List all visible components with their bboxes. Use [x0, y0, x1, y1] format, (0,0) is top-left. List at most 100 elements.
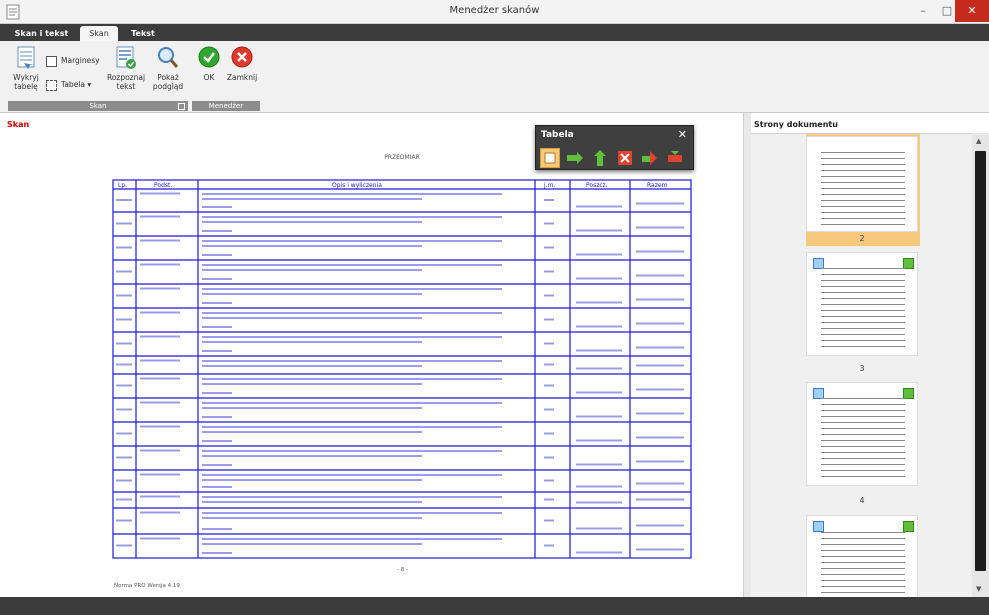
- scanned-text-line: [202, 254, 232, 256]
- scanned-text-line: [202, 336, 502, 338]
- scanned-cell-text: [636, 226, 684, 229]
- scanned-cell-text: [576, 463, 622, 466]
- detect-table-icon: [17, 46, 35, 69]
- panel-splitter[interactable]: [744, 113, 751, 597]
- margins-button[interactable]: Marginesy: [46, 55, 100, 68]
- split-cell-button[interactable]: [665, 148, 685, 168]
- scanned-cell-text: [544, 270, 554, 273]
- scanned-cell-text: [636, 322, 684, 325]
- scanned-cell-text: [140, 449, 180, 452]
- scanned-text-line: [202, 360, 502, 362]
- recognize-text-button[interactable]: Rozpoznaj tekst: [104, 45, 148, 91]
- ok-button[interactable]: OK: [194, 45, 224, 82]
- status-bar: [0, 597, 989, 615]
- scanned-cell-text: [140, 377, 180, 380]
- scanned-text-line: [202, 288, 502, 290]
- select-cell-icon: [544, 152, 556, 164]
- scrollbar-thumb[interactable]: [975, 151, 986, 571]
- scanned-page[interactable]: PRZEDMIAR Lp. Podst. Opis i wyliczenia j…: [92, 136, 712, 591]
- magnifier-icon: [158, 47, 179, 68]
- merge-row-button[interactable]: [640, 148, 660, 168]
- preview-button[interactable]: Pokaż podgląd: [150, 45, 186, 91]
- scanned-cell-text: [116, 294, 132, 297]
- scanned-cell-text: [576, 277, 622, 280]
- check-icon: [198, 46, 220, 68]
- scanned-cell-text: [116, 270, 132, 273]
- scanned-cell-text: [576, 527, 622, 530]
- scanned-text-line: [202, 302, 232, 304]
- scanned-cell-text: [636, 524, 684, 527]
- tab-skan-i-tekst[interactable]: Skan i tekst: [8, 26, 75, 41]
- document-footer: Norma PRO Wersja 4.19: [114, 583, 180, 589]
- scanned-cell-text: [544, 222, 554, 225]
- scanned-cell-text: [576, 367, 622, 370]
- scanned-cell-text: [544, 432, 554, 435]
- pages-panel: Strony dokumentu 2 3 4 ▲ ▼: [751, 113, 989, 599]
- margins-label: Marginesy: [61, 56, 100, 65]
- scanned-cell-text: [576, 551, 622, 554]
- add-row-button[interactable]: [565, 148, 585, 168]
- scroll-down-icon[interactable]: ▼: [976, 585, 981, 593]
- scanned-text-line: [202, 378, 502, 380]
- scanned-text-line: [202, 341, 422, 343]
- tab-tekst[interactable]: Tekst: [124, 26, 162, 41]
- scanned-text-line: [202, 431, 422, 433]
- scanned-cell-text: [116, 519, 132, 522]
- scanned-text-line: [202, 479, 422, 481]
- scanned-text-line: [202, 245, 422, 247]
- col-header-lp: Lp.: [118, 182, 127, 189]
- close-icon[interactable]: ✕: [678, 128, 687, 141]
- scroll-up-icon[interactable]: ▲: [976, 137, 981, 145]
- scanned-cell-text: [544, 342, 554, 345]
- scanned-cell-text: [140, 287, 180, 290]
- scanned-cell-text: [544, 294, 554, 297]
- scanned-cell-text: [140, 495, 180, 498]
- page-label-2: 2: [859, 234, 865, 243]
- scanned-cell-text: [544, 363, 554, 366]
- table-toolbar: Tabela ✕: [535, 125, 694, 170]
- close-button[interactable]: Zamknij: [226, 45, 258, 82]
- page-5-checkbox[interactable]: [813, 521, 824, 532]
- scanned-cell-text: [140, 359, 180, 362]
- scanned-text-line: [202, 528, 232, 530]
- table-dropdown-button[interactable]: Tabela ▾: [46, 79, 91, 92]
- scanned-cell-text: [544, 519, 554, 522]
- scanned-text-line: [202, 486, 232, 488]
- pages-panel-title: Strony dokumentu: [754, 120, 838, 129]
- table-grid-overlay[interactable]: Lp. Podst. Opis i wyliczenia j.m. Poszcz…: [92, 136, 712, 591]
- scanned-cell-text: [116, 199, 132, 201]
- page-4-checkbox[interactable]: [813, 388, 824, 399]
- delete-cell-button[interactable]: [615, 148, 635, 168]
- group-label-manager: Menedżer: [192, 101, 260, 111]
- scanned-cell-text: [544, 318, 554, 321]
- scanned-text-line: [202, 543, 422, 545]
- select-cell-button[interactable]: [540, 148, 560, 168]
- scanned-cell-text: [636, 364, 684, 367]
- scanned-cell-text: [636, 412, 684, 415]
- scanned-cell-text: [636, 274, 684, 277]
- scanned-text-line: [202, 221, 422, 223]
- scan-manager-window: Menedżer skanów – □ ✕ Skan i tekst Skan …: [0, 0, 989, 615]
- title-bar: Menedżer skanów – □ ✕: [0, 0, 989, 24]
- add-column-icon: [594, 150, 606, 166]
- scanned-cell-text: [140, 311, 180, 314]
- page-3-status-icon: [903, 258, 914, 269]
- col-header-jm: j.m.: [543, 182, 555, 189]
- page-thumbnail-2[interactable]: [806, 136, 918, 232]
- group-launcher-icon[interactable]: [178, 103, 185, 110]
- scanned-cell-text: [544, 479, 554, 482]
- pages-scrollbar[interactable]: ▲ ▼: [972, 133, 989, 597]
- scanned-text-line: [202, 450, 502, 452]
- add-column-button[interactable]: [590, 148, 610, 168]
- scanned-text-line: [202, 501, 422, 503]
- scanned-cell-text: [636, 436, 684, 439]
- scanned-cell-text: [544, 456, 554, 459]
- page-3-checkbox[interactable]: [813, 258, 824, 269]
- scanned-cell-text: [140, 511, 180, 514]
- close-window-button[interactable]: ✕: [955, 0, 989, 22]
- tab-skan[interactable]: Skan: [80, 26, 118, 41]
- detect-table-button[interactable]: Wykryj tabelę: [10, 45, 42, 91]
- scanned-text-line: [202, 407, 422, 409]
- col-header-poszcz: Poszcz.: [586, 182, 608, 189]
- scanned-text-line: [202, 416, 232, 418]
